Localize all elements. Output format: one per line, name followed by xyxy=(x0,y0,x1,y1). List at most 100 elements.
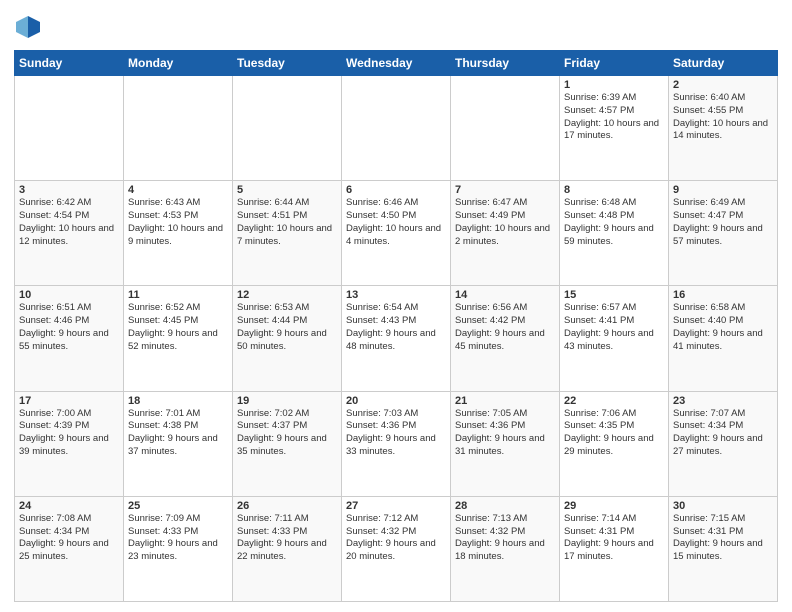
day-cell xyxy=(124,76,233,181)
day-cell: 20Sunrise: 7:03 AM Sunset: 4:36 PM Dayli… xyxy=(342,391,451,496)
day-info: Sunrise: 6:56 AM Sunset: 4:42 PM Dayligh… xyxy=(455,302,555,353)
day-cell: 29Sunrise: 7:14 AM Sunset: 4:31 PM Dayli… xyxy=(560,496,669,601)
day-cell: 17Sunrise: 7:00 AM Sunset: 4:39 PM Dayli… xyxy=(15,391,124,496)
day-info: Sunrise: 6:42 AM Sunset: 4:54 PM Dayligh… xyxy=(19,197,119,248)
day-info: Sunrise: 7:06 AM Sunset: 4:35 PM Dayligh… xyxy=(564,408,664,459)
day-info: Sunrise: 6:51 AM Sunset: 4:46 PM Dayligh… xyxy=(19,302,119,353)
day-info: Sunrise: 7:01 AM Sunset: 4:38 PM Dayligh… xyxy=(128,408,228,459)
day-info: Sunrise: 7:00 AM Sunset: 4:39 PM Dayligh… xyxy=(19,408,119,459)
day-number: 20 xyxy=(346,395,446,407)
day-info: Sunrise: 6:39 AM Sunset: 4:57 PM Dayligh… xyxy=(564,92,664,143)
day-number: 12 xyxy=(237,289,337,301)
header xyxy=(14,10,778,42)
day-cell xyxy=(451,76,560,181)
day-number: 13 xyxy=(346,289,446,301)
day-number: 4 xyxy=(128,184,228,196)
calendar-container: SundayMondayTuesdayWednesdayThursdayFrid… xyxy=(0,0,792,612)
day-number: 6 xyxy=(346,184,446,196)
day-info: Sunrise: 7:15 AM Sunset: 4:31 PM Dayligh… xyxy=(673,513,773,564)
day-number: 5 xyxy=(237,184,337,196)
day-cell xyxy=(342,76,451,181)
day-info: Sunrise: 6:53 AM Sunset: 4:44 PM Dayligh… xyxy=(237,302,337,353)
day-number: 26 xyxy=(237,500,337,512)
day-info: Sunrise: 7:09 AM Sunset: 4:33 PM Dayligh… xyxy=(128,513,228,564)
day-number: 3 xyxy=(19,184,119,196)
day-cell: 27Sunrise: 7:12 AM Sunset: 4:32 PM Dayli… xyxy=(342,496,451,601)
day-info: Sunrise: 6:57 AM Sunset: 4:41 PM Dayligh… xyxy=(564,302,664,353)
header-friday: Friday xyxy=(560,51,669,76)
day-cell: 26Sunrise: 7:11 AM Sunset: 4:33 PM Dayli… xyxy=(233,496,342,601)
day-number: 18 xyxy=(128,395,228,407)
day-number: 28 xyxy=(455,500,555,512)
day-number: 22 xyxy=(564,395,664,407)
week-row-1: 1Sunrise: 6:39 AM Sunset: 4:57 PM Daylig… xyxy=(15,76,778,181)
week-row-2: 3Sunrise: 6:42 AM Sunset: 4:54 PM Daylig… xyxy=(15,181,778,286)
day-number: 14 xyxy=(455,289,555,301)
day-info: Sunrise: 6:46 AM Sunset: 4:50 PM Dayligh… xyxy=(346,197,446,248)
day-info: Sunrise: 7:07 AM Sunset: 4:34 PM Dayligh… xyxy=(673,408,773,459)
day-number: 16 xyxy=(673,289,773,301)
day-cell: 23Sunrise: 7:07 AM Sunset: 4:34 PM Dayli… xyxy=(669,391,778,496)
header-thursday: Thursday xyxy=(451,51,560,76)
header-saturday: Saturday xyxy=(669,51,778,76)
day-info: Sunrise: 6:49 AM Sunset: 4:47 PM Dayligh… xyxy=(673,197,773,248)
day-cell: 4Sunrise: 6:43 AM Sunset: 4:53 PM Daylig… xyxy=(124,181,233,286)
day-number: 21 xyxy=(455,395,555,407)
day-cell: 25Sunrise: 7:09 AM Sunset: 4:33 PM Dayli… xyxy=(124,496,233,601)
day-info: Sunrise: 7:11 AM Sunset: 4:33 PM Dayligh… xyxy=(237,513,337,564)
day-number: 30 xyxy=(673,500,773,512)
day-number: 25 xyxy=(128,500,228,512)
day-info: Sunrise: 6:58 AM Sunset: 4:40 PM Dayligh… xyxy=(673,302,773,353)
day-cell: 10Sunrise: 6:51 AM Sunset: 4:46 PM Dayli… xyxy=(15,286,124,391)
day-cell xyxy=(233,76,342,181)
day-number: 24 xyxy=(19,500,119,512)
day-info: Sunrise: 6:48 AM Sunset: 4:48 PM Dayligh… xyxy=(564,197,664,248)
day-number: 9 xyxy=(673,184,773,196)
day-cell: 7Sunrise: 6:47 AM Sunset: 4:49 PM Daylig… xyxy=(451,181,560,286)
day-info: Sunrise: 7:08 AM Sunset: 4:34 PM Dayligh… xyxy=(19,513,119,564)
day-cell: 28Sunrise: 7:13 AM Sunset: 4:32 PM Dayli… xyxy=(451,496,560,601)
logo xyxy=(14,14,46,42)
day-cell: 3Sunrise: 6:42 AM Sunset: 4:54 PM Daylig… xyxy=(15,181,124,286)
day-cell: 18Sunrise: 7:01 AM Sunset: 4:38 PM Dayli… xyxy=(124,391,233,496)
day-info: Sunrise: 6:44 AM Sunset: 4:51 PM Dayligh… xyxy=(237,197,337,248)
day-cell: 9Sunrise: 6:49 AM Sunset: 4:47 PM Daylig… xyxy=(669,181,778,286)
day-info: Sunrise: 7:12 AM Sunset: 4:32 PM Dayligh… xyxy=(346,513,446,564)
day-number: 17 xyxy=(19,395,119,407)
day-cell: 1Sunrise: 6:39 AM Sunset: 4:57 PM Daylig… xyxy=(560,76,669,181)
day-info: Sunrise: 6:40 AM Sunset: 4:55 PM Dayligh… xyxy=(673,92,773,143)
day-info: Sunrise: 7:14 AM Sunset: 4:31 PM Dayligh… xyxy=(564,513,664,564)
day-number: 11 xyxy=(128,289,228,301)
day-cell: 19Sunrise: 7:02 AM Sunset: 4:37 PM Dayli… xyxy=(233,391,342,496)
day-cell: 21Sunrise: 7:05 AM Sunset: 4:36 PM Dayli… xyxy=(451,391,560,496)
day-number: 2 xyxy=(673,79,773,91)
day-cell: 15Sunrise: 6:57 AM Sunset: 4:41 PM Dayli… xyxy=(560,286,669,391)
calendar-header-row: SundayMondayTuesdayWednesdayThursdayFrid… xyxy=(15,51,778,76)
day-cell: 16Sunrise: 6:58 AM Sunset: 4:40 PM Dayli… xyxy=(669,286,778,391)
day-number: 23 xyxy=(673,395,773,407)
day-cell: 13Sunrise: 6:54 AM Sunset: 4:43 PM Dayli… xyxy=(342,286,451,391)
calendar-table: SundayMondayTuesdayWednesdayThursdayFrid… xyxy=(14,50,778,602)
day-info: Sunrise: 7:03 AM Sunset: 4:36 PM Dayligh… xyxy=(346,408,446,459)
day-info: Sunrise: 6:47 AM Sunset: 4:49 PM Dayligh… xyxy=(455,197,555,248)
header-sunday: Sunday xyxy=(15,51,124,76)
week-row-3: 10Sunrise: 6:51 AM Sunset: 4:46 PM Dayli… xyxy=(15,286,778,391)
day-info: Sunrise: 6:54 AM Sunset: 4:43 PM Dayligh… xyxy=(346,302,446,353)
day-number: 19 xyxy=(237,395,337,407)
day-cell: 2Sunrise: 6:40 AM Sunset: 4:55 PM Daylig… xyxy=(669,76,778,181)
header-tuesday: Tuesday xyxy=(233,51,342,76)
day-info: Sunrise: 7:05 AM Sunset: 4:36 PM Dayligh… xyxy=(455,408,555,459)
day-number: 29 xyxy=(564,500,664,512)
day-cell: 30Sunrise: 7:15 AM Sunset: 4:31 PM Dayli… xyxy=(669,496,778,601)
day-info: Sunrise: 7:13 AM Sunset: 4:32 PM Dayligh… xyxy=(455,513,555,564)
day-number: 8 xyxy=(564,184,664,196)
day-cell: 5Sunrise: 6:44 AM Sunset: 4:51 PM Daylig… xyxy=(233,181,342,286)
week-row-4: 17Sunrise: 7:00 AM Sunset: 4:39 PM Dayli… xyxy=(15,391,778,496)
day-cell: 11Sunrise: 6:52 AM Sunset: 4:45 PM Dayli… xyxy=(124,286,233,391)
header-wednesday: Wednesday xyxy=(342,51,451,76)
header-monday: Monday xyxy=(124,51,233,76)
day-cell: 12Sunrise: 6:53 AM Sunset: 4:44 PM Dayli… xyxy=(233,286,342,391)
day-info: Sunrise: 6:52 AM Sunset: 4:45 PM Dayligh… xyxy=(128,302,228,353)
day-cell: 6Sunrise: 6:46 AM Sunset: 4:50 PM Daylig… xyxy=(342,181,451,286)
day-number: 1 xyxy=(564,79,664,91)
